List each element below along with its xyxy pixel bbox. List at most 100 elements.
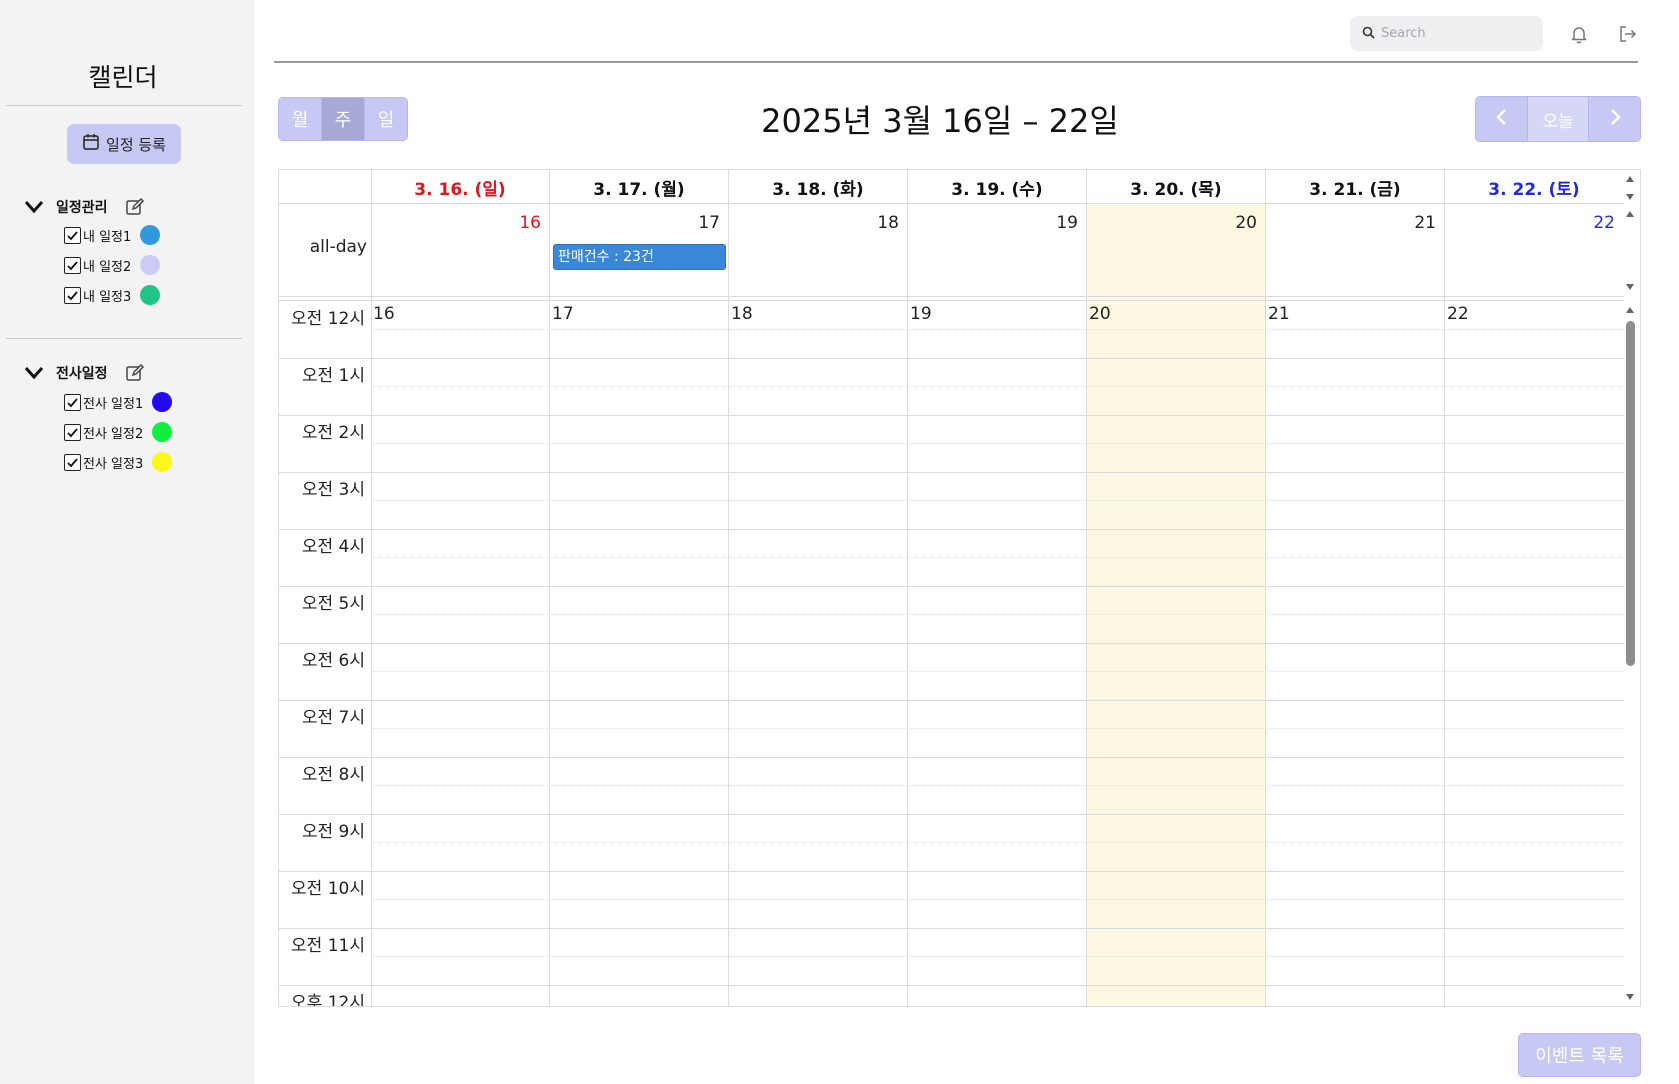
- allday-day-number[interactable]: 21: [1266, 213, 1444, 233]
- day-header[interactable]: 3. 19. (수): [908, 170, 1086, 204]
- calendar-item-label: 전사 일정1: [83, 396, 144, 412]
- calendar-item[interactable]: 전사 일정3: [64, 451, 173, 473]
- sidebar-title: 캘린더: [88, 63, 158, 92]
- half-hour-line: [371, 671, 1624, 672]
- day-header[interactable]: 3. 22. (토): [1445, 170, 1623, 204]
- timegrid-day-number: 17: [552, 304, 574, 324]
- scroll-down-icon[interactable]: [1624, 191, 1636, 203]
- calendar-item-label: 내 일정3: [83, 289, 132, 305]
- calendar-item-label: 내 일정2: [83, 259, 132, 275]
- hour-line: [279, 643, 1624, 644]
- color-dot: [152, 452, 173, 472]
- calendar-item[interactable]: 내 일정3: [64, 284, 161, 306]
- half-hour-line: [371, 386, 1624, 387]
- allday-day-number[interactable]: 22: [1445, 213, 1623, 233]
- search-box: [1350, 16, 1543, 51]
- sidebar: 캘린더 일정 등록 일정관리 내 일정1 내 일정2 내 일정3 전사일정 전사…: [0, 0, 254, 1084]
- day-header[interactable]: 3. 17. (월): [550, 170, 728, 204]
- scroll-down-icon[interactable]: [1624, 281, 1636, 293]
- add-schedule-label: 일정 등록: [106, 135, 166, 154]
- hour-line: [279, 472, 1624, 473]
- checkbox-checked[interactable]: [64, 256, 81, 274]
- day-header[interactable]: 3. 18. (화): [729, 170, 907, 204]
- time-label: 오후 12시: [291, 993, 365, 1007]
- hour-line: [279, 928, 1624, 929]
- calendar-item[interactable]: 내 일정1: [64, 224, 161, 246]
- edit-icon[interactable]: [124, 362, 146, 384]
- allday-day-number[interactable]: 16: [371, 213, 549, 233]
- calendar-title: 2025년 3월 16일 – 22일: [761, 102, 1119, 140]
- chevron-right-icon: [1608, 108, 1622, 130]
- hour-line: [279, 415, 1624, 416]
- logout-icon[interactable]: [1616, 22, 1640, 46]
- date-navigation: 오늘: [1475, 96, 1641, 142]
- allday-day-number[interactable]: 17: [550, 213, 728, 233]
- group-header-my-schedule: 일정관리: [22, 195, 146, 219]
- scrollbar-thumb[interactable]: [1626, 321, 1635, 666]
- view-month-button[interactable]: 월: [279, 98, 322, 140]
- calendar-item-label: 전사 일정2: [83, 426, 144, 442]
- chevron-down-icon[interactable]: [22, 361, 46, 385]
- checkbox-checked[interactable]: [64, 226, 81, 244]
- half-hour-line: [371, 785, 1624, 786]
- color-dot: [140, 225, 161, 245]
- scroll-up-icon[interactable]: [1624, 304, 1636, 316]
- next-week-button[interactable]: [1589, 97, 1640, 141]
- calendar-item[interactable]: 전사 일정1: [64, 391, 173, 413]
- day-header[interactable]: 3. 16. (일): [371, 170, 549, 204]
- allday-day-number[interactable]: 18: [729, 213, 907, 233]
- calendar-item-label: 전사 일정3: [83, 456, 144, 472]
- half-hour-line: [371, 614, 1624, 615]
- hour-line: [279, 871, 1624, 872]
- calendar-item[interactable]: 내 일정2: [64, 254, 161, 276]
- time-label: 오전 6시: [301, 651, 365, 671]
- hour-line: [279, 358, 1624, 359]
- checkbox-checked[interactable]: [64, 393, 81, 411]
- scroll-down-icon[interactable]: [1624, 991, 1636, 1003]
- prev-week-button[interactable]: [1476, 97, 1527, 141]
- time-label: 오전 8시: [301, 765, 365, 785]
- calendar-item-label: 내 일정1: [83, 229, 132, 245]
- view-week-button[interactable]: 주: [322, 98, 365, 140]
- checkbox-checked[interactable]: [64, 286, 81, 304]
- half-hour-line: [371, 443, 1624, 444]
- edit-icon[interactable]: [124, 196, 146, 218]
- time-label: 오전 11시: [291, 936, 365, 956]
- event-sales-count[interactable]: 판매건수 : 23건: [553, 244, 726, 270]
- today-button[interactable]: 오늘: [1527, 97, 1589, 141]
- timegrid-day-number: 20: [1089, 304, 1111, 324]
- search-icon: [1362, 24, 1375, 43]
- checkbox-checked[interactable]: [64, 453, 81, 471]
- half-hour-line: [371, 728, 1624, 729]
- day-header[interactable]: 3. 21. (금): [1266, 170, 1444, 204]
- hour-line: [279, 700, 1624, 701]
- checkbox-checked[interactable]: [64, 423, 81, 441]
- allday-label: all-day: [309, 237, 367, 257]
- calendar-app: 캘린더 일정 등록 일정관리 내 일정1 내 일정2 내 일정3 전사일정 전사…: [0, 0, 1679, 1084]
- calendar-item[interactable]: 전사 일정2: [64, 421, 173, 443]
- chevron-down-icon[interactable]: [22, 195, 46, 219]
- hour-line: [279, 586, 1624, 587]
- hour-line: [279, 814, 1624, 815]
- view-switcher: 월 주 일: [278, 97, 408, 141]
- add-schedule-button[interactable]: 일정 등록: [67, 124, 181, 164]
- allday-day-number[interactable]: 20: [1087, 213, 1265, 233]
- header-divider: [274, 61, 1638, 63]
- scroll-up-icon[interactable]: [1624, 208, 1636, 220]
- event-list-button[interactable]: 이벤트 목록: [1518, 1033, 1641, 1077]
- scroll-up-icon[interactable]: [1624, 173, 1636, 185]
- search-input[interactable]: [1381, 26, 1531, 41]
- sidebar-divider: [6, 338, 242, 339]
- time-label: 오전 9시: [301, 822, 365, 842]
- day-header[interactable]: 3. 20. (목): [1087, 170, 1265, 204]
- half-hour-line: [371, 956, 1624, 957]
- half-hour-line: [371, 557, 1624, 558]
- time-label: 오전 2시: [301, 423, 365, 443]
- group-label: 전사일정: [56, 366, 108, 382]
- color-dot: [152, 392, 173, 412]
- half-hour-line: [371, 500, 1624, 501]
- bell-icon[interactable]: [1567, 22, 1591, 46]
- allday-day-number[interactable]: 19: [908, 213, 1086, 233]
- time-label: 오전 4시: [301, 537, 365, 557]
- view-day-button[interactable]: 일: [365, 98, 407, 140]
